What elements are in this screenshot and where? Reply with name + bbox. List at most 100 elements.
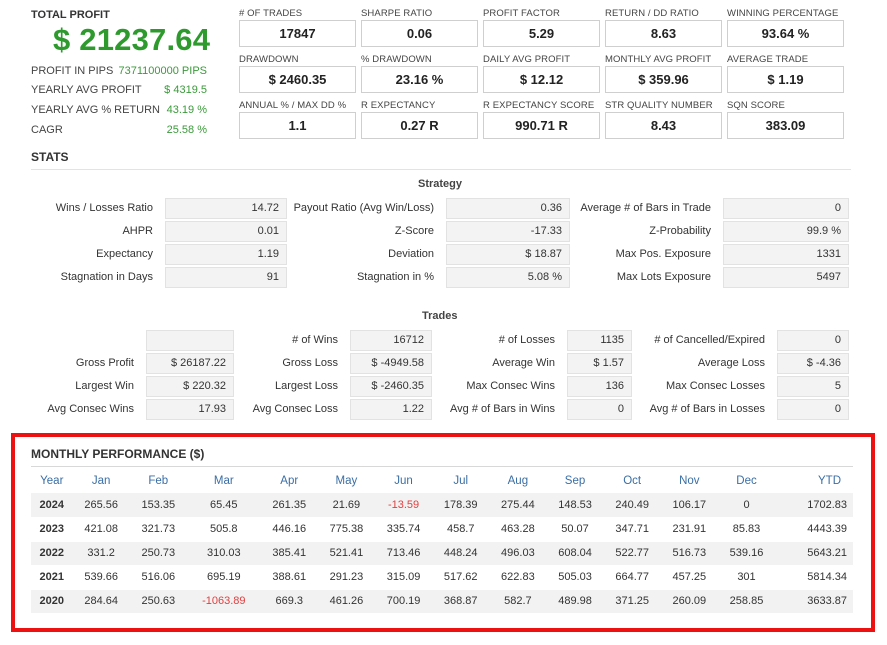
table-cell: 153.35 [129, 493, 187, 518]
table-row: 2024 265.56 153.35 65.45 261.35 21.69 -13.59 17… [31, 493, 853, 518]
column-header[interactable]: Year [31, 469, 73, 493]
column-header[interactable]: YTD [775, 469, 853, 493]
metric-label: MONTHLY AVG PROFIT [605, 54, 712, 65]
metric-label: # OF TRADES [239, 8, 303, 19]
column-header[interactable]: Nov [661, 469, 718, 493]
column-header[interactable]: Jul [432, 469, 489, 493]
metric-label: AVERAGE TRADE [727, 54, 809, 65]
strategy-label: Stagnation in Days [60, 271, 153, 283]
monthly-performance-table: Year Jan Feb Mar Apr May Jun Jul Aug Sep Oct Nov Dec… [31, 469, 853, 614]
trades-label: # of Cancelled/Expired [654, 334, 765, 346]
column-header[interactable]: Apr [261, 469, 318, 493]
table-header-row: Year Jan Feb Mar Apr May Jun Jul Aug Sep Oct Nov Dec… [31, 469, 853, 493]
summary-value: 7371100000 PIPS [118, 65, 207, 77]
table-cell: 85.83 [717, 517, 776, 542]
column-header[interactable]: Oct [604, 469, 661, 493]
strategy-value: 5.08 % [446, 267, 570, 288]
table-cell: 463.28 [489, 517, 547, 542]
table-cell: 539.66 [72, 565, 130, 590]
trades-title: Trades [422, 310, 458, 322]
table-cell: 5643.21 [775, 541, 853, 566]
column-header[interactable]: Aug [489, 469, 546, 493]
total-profit-label: TOTAL PROFIT [31, 9, 110, 21]
metric-value: 17847 [239, 20, 356, 47]
summary-row: YEARLY AVG PROFIT $ 4319.5 [31, 84, 207, 96]
table-cell: 291.23 [317, 565, 375, 590]
trades-value: 1.22 [350, 399, 432, 420]
table-row: 2023 421.08 321.73 505.8 446.16 775.38 335.74 4… [31, 517, 853, 542]
metric-label: RETURN / DD RATIO [605, 8, 699, 19]
trades-label: Max Consec Losses [665, 380, 765, 392]
summary-row: PROFIT IN PIPS 7371100000 PIPS [31, 65, 207, 77]
trades-label: Largest Loss [275, 380, 338, 392]
table-cell: 21.69 [317, 493, 375, 518]
table-cell: 315.09 [374, 565, 433, 590]
table-cell: 608.04 [546, 541, 604, 566]
summary-row: YEARLY AVG % RETURN 43.19 % [31, 104, 207, 116]
table-cell: 250.63 [129, 589, 187, 614]
metric-value: 0.06 [361, 20, 478, 47]
table-cell: 3633.87 [775, 589, 853, 614]
year-cell: 2023 [31, 517, 73, 542]
table-cell: 0 [717, 493, 776, 518]
table-cell: 284.64 [72, 589, 130, 614]
table-cell: 148.53 [546, 493, 604, 518]
table-cell: 385.41 [260, 541, 318, 566]
table-cell: 331.2 [72, 541, 130, 566]
strategy-value: 0 [723, 198, 849, 219]
metric-value: 8.43 [605, 112, 722, 139]
trades-label: Avg Consec Wins [47, 403, 134, 415]
table-cell: 517.62 [432, 565, 490, 590]
table-cell: 240.49 [603, 493, 661, 518]
trades-value: $ 26187.22 [146, 353, 234, 374]
trades-label: # of Wins [292, 334, 338, 346]
table-cell: 5814.34 [775, 565, 853, 590]
summary-value: 25.58 % [166, 124, 207, 136]
table-cell: 700.19 [374, 589, 433, 614]
trades-value: 17.93 [146, 399, 234, 420]
metric-label: R EXPECTANCY SCORE [483, 100, 595, 111]
table-cell: 505.03 [546, 565, 604, 590]
strategy-label: Average # of Bars in Trade [580, 202, 711, 214]
column-header[interactable]: Sep [546, 469, 603, 493]
table-cell: 371.25 [603, 589, 661, 614]
trades-label: Largest Win [75, 380, 134, 392]
metric-label: ANNUAL % / MAX DD % [239, 100, 347, 111]
strategy-value: -17.33 [446, 221, 570, 242]
column-header[interactable]: May [318, 469, 375, 493]
trades-label: Avg Consec Loss [252, 403, 338, 415]
metric-label: R EXPECTANCY [361, 100, 436, 111]
column-header[interactable]: Jan [73, 469, 130, 493]
column-header[interactable]: Feb [130, 469, 187, 493]
table-cell: 178.39 [432, 493, 490, 518]
trades-value: 5 [777, 376, 849, 397]
table-cell: 261.35 [260, 493, 318, 518]
summary-label: PROFIT IN PIPS [31, 65, 114, 77]
metric-label: WINNING PERCENTAGE [727, 8, 839, 19]
trades-label: Avg # of Bars in Wins [450, 403, 555, 415]
table-cell: 457.25 [660, 565, 718, 590]
trades-value: 0 [567, 399, 632, 420]
strategy-label: Z-Score [394, 225, 434, 237]
year-cell: 2022 [31, 541, 73, 566]
column-header[interactable]: Dec [718, 469, 775, 493]
column-header[interactable]: Jun [375, 469, 432, 493]
table-cell: 106.17 [660, 493, 718, 518]
table-cell: -1063.89 [186, 589, 261, 614]
strategy-label: Stagnation in % [356, 271, 434, 283]
column-header[interactable]: Mar [187, 469, 261, 493]
table-cell: 250.73 [129, 541, 187, 566]
table-cell: 446.16 [260, 517, 318, 542]
trades-label: Avg # of Bars in Losses [649, 403, 765, 415]
year-cell: 2024 [31, 493, 73, 518]
table-cell: 521.41 [317, 541, 375, 566]
trades-value: $ 1.57 [567, 353, 632, 374]
metric-label: DAILY AVG PROFIT [483, 54, 571, 65]
strategy-label: Max Pos. Exposure [615, 248, 711, 260]
table-cell: 347.71 [603, 517, 661, 542]
table-cell: 50.07 [546, 517, 604, 542]
metric-value: 8.63 [605, 20, 722, 47]
table-cell: -13.59 [374, 493, 433, 518]
metric-label: PROFIT FACTOR [483, 8, 560, 19]
trades-label: Max Consec Wins [466, 380, 555, 392]
